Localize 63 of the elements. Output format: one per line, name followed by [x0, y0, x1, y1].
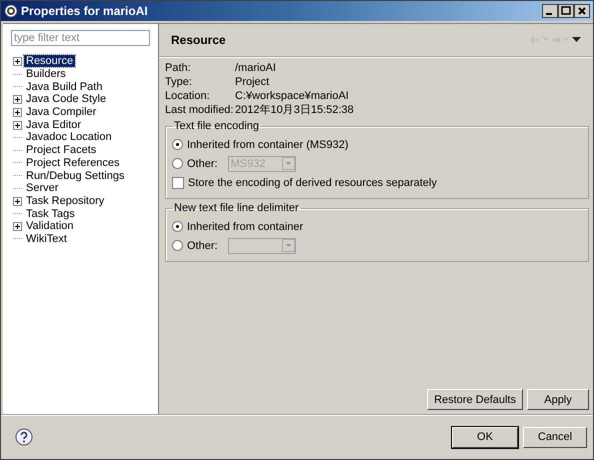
checkbox-label: Store the encoding of derived resources separately: [188, 176, 437, 188]
tree-line-icon: [13, 188, 22, 189]
page-title: Resource: [171, 33, 227, 47]
expand-icon[interactable]: [13, 194, 22, 207]
tree-line-icon: [13, 136, 22, 138]
tree-item[interactable]: Run/Debug Settings: [24, 170, 126, 182]
radio-label: Other:: [187, 240, 218, 252]
field-label: Path:: [165, 62, 192, 75]
group-title: Text file encoding: [173, 120, 260, 133]
radio-button[interactable]: [172, 139, 183, 150]
field-label: Last modified:: [165, 104, 234, 117]
tree-item[interactable]: Project References: [24, 156, 122, 169]
field-label: Type:: [165, 76, 193, 89]
radio-button[interactable]: [172, 240, 183, 251]
tree-line-icon: [13, 150, 22, 151]
tree-item[interactable]: Project Facets: [24, 144, 98, 156]
tree-item[interactable]: Java Build Path: [24, 80, 104, 93]
field-value: Project: [235, 76, 270, 89]
field-value: 2012年10月3日15:52:38: [235, 104, 355, 117]
restore-defaults-button[interactable]: Restore Defaults: [427, 389, 523, 410]
radio-button[interactable]: [172, 158, 183, 169]
menu-icon[interactable]: [572, 37, 581, 43]
expand-icon[interactable]: [13, 220, 22, 232]
tree-line-icon: [13, 86, 22, 88]
tree-item[interactable]: Builders: [24, 68, 68, 80]
window-title: Properties for marioAI: [21, 4, 149, 18]
tree-item[interactable]: Java Editor: [24, 118, 84, 131]
tree-line-icon: [13, 74, 22, 75]
expand-icon[interactable]: [13, 55, 22, 68]
expand-icon[interactable]: [13, 118, 22, 131]
minimize-icon[interactable]: [542, 4, 558, 18]
tree-line-icon: [13, 238, 22, 240]
tree-item[interactable]: Task Tags: [24, 208, 77, 220]
tree-item[interactable]: Validation: [24, 220, 76, 232]
field-value: C:¥workspace¥marioAI: [235, 90, 350, 103]
tree-item[interactable]: WikiText: [24, 232, 69, 245]
tree-item[interactable]: Task Repository: [24, 194, 106, 207]
checkbox[interactable]: [172, 176, 184, 188]
radio-label: Inherited from container (MS932): [187, 138, 348, 150]
tree-item[interactable]: Javadoc Location: [24, 131, 114, 144]
field-value: /marioAI: [235, 62, 277, 75]
tree-line-icon: [13, 175, 22, 176]
tree-item[interactable]: Java Code Style: [24, 93, 108, 106]
maximize-icon[interactable]: [558, 4, 574, 18]
ok-button[interactable]: OK: [452, 426, 518, 448]
tree-item[interactable]: Java Compiler: [24, 106, 98, 118]
radio-label: Inherited from container: [187, 220, 304, 232]
field-label: Location:: [165, 90, 211, 103]
radio-button[interactable]: [172, 221, 183, 232]
tree-item[interactable]: Server: [24, 182, 60, 194]
group-title: New text file line delimiter: [173, 202, 300, 215]
tree-line-icon: [13, 162, 22, 164]
tree-line-icon: [13, 213, 22, 214]
radio-label: Other:: [187, 158, 218, 170]
filter-field[interactable]: type filter text: [11, 30, 150, 46]
help-icon[interactable]: [15, 428, 33, 446]
close-icon[interactable]: [574, 4, 590, 18]
cancel-button[interactable]: Cancel: [523, 426, 587, 448]
tree-item[interactable]: Resource: [24, 55, 76, 68]
apply-button[interactable]: Apply: [527, 389, 589, 410]
gear-icon: [4, 4, 18, 18]
expand-icon[interactable]: [13, 93, 22, 106]
expand-icon[interactable]: [13, 106, 22, 118]
